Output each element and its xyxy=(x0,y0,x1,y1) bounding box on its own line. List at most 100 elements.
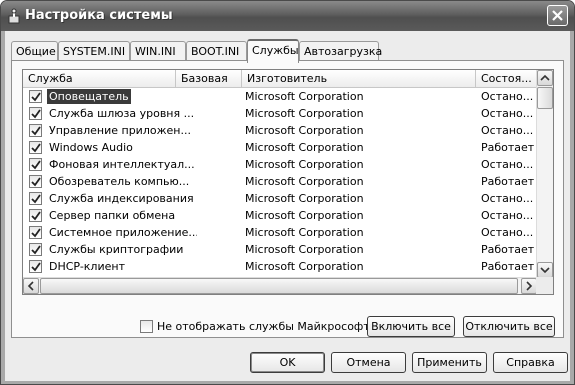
ok-button[interactable]: OK xyxy=(250,352,325,373)
status-cell: Остано... xyxy=(481,226,534,239)
status-cell: Работает xyxy=(481,141,535,154)
manufacturer-cell: Microsoft Corporation xyxy=(245,90,364,103)
table-row[interactable]: Оповещатель Microsoft Corporation Остано..… xyxy=(23,88,537,105)
service-name-cell: Windows Audio xyxy=(47,139,197,156)
status-cell: Остано... xyxy=(481,158,534,171)
service-name-cell: Служба индексирования xyxy=(47,190,197,207)
service-checkbox[interactable] xyxy=(29,90,42,103)
service-name: Системное приложение... xyxy=(49,226,197,239)
manufacturer-cell: Microsoft Corporation xyxy=(245,209,364,222)
tab-win-ini[interactable]: WIN.INI xyxy=(130,41,186,61)
service-checkbox[interactable] xyxy=(29,209,42,222)
column-header-essential[interactable]: Базовая xyxy=(176,70,242,88)
button-label: Справка xyxy=(506,356,555,369)
cancel-button[interactable]: Отмена xyxy=(331,352,406,373)
service-name: Фоновая интеллектуал... xyxy=(49,158,195,171)
status-cell: Остано... xyxy=(481,107,534,120)
service-checkbox[interactable] xyxy=(29,124,42,137)
service-checkbox[interactable] xyxy=(29,158,42,171)
service-checkbox[interactable] xyxy=(29,192,42,205)
service-name: DHCP-клиент xyxy=(49,260,125,273)
manufacturer-cell: Microsoft Corporation xyxy=(245,175,364,188)
hide-microsoft-services-checkbox[interactable] xyxy=(140,320,153,333)
service-checkbox[interactable] xyxy=(29,243,42,256)
service-name: Сервер папки обмена xyxy=(49,209,176,222)
check-icon xyxy=(31,126,41,136)
horizontal-scrollbar[interactable] xyxy=(23,277,537,294)
service-name-cell: Сервер папки обмена xyxy=(47,207,197,224)
service-name-cell: Оповещатель xyxy=(47,88,197,105)
horizontal-scroll-thumb[interactable] xyxy=(40,278,518,294)
system-config-window: Настройка системы Общие SYSTEM.INI WIN.I… xyxy=(0,0,575,385)
service-checkbox[interactable] xyxy=(29,175,42,188)
manufacturer-cell: Microsoft Corporation xyxy=(245,226,364,239)
vertical-scrollbar[interactable] xyxy=(536,70,553,278)
service-name-cell: Служба шлюза уровня ... xyxy=(47,105,197,122)
scroll-left-button[interactable] xyxy=(23,278,39,294)
services-tab-page: Служба Базовая Изготовитель Состоя... Оп… xyxy=(11,60,564,338)
arrow-up-icon xyxy=(540,74,550,81)
status-cell: Остано... xyxy=(481,90,534,103)
button-label: OK xyxy=(279,356,296,369)
table-row[interactable]: Службы криптографии Microsoft Corporation… xyxy=(23,241,537,258)
table-row[interactable]: Служба индексирования Microsoft Corporati… xyxy=(23,190,537,207)
service-checkbox[interactable] xyxy=(29,141,42,154)
table-row[interactable]: Управление приложен... Microsoft Corporat… xyxy=(23,122,537,139)
status-cell: Работает xyxy=(481,260,535,273)
tab-boot-ini[interactable]: BOOT.INI xyxy=(186,41,247,61)
column-header-manufacturer[interactable]: Изготовитель xyxy=(242,70,476,88)
tab-general[interactable]: Общие xyxy=(11,41,58,61)
disable-all-button[interactable]: Отключить все xyxy=(463,316,555,337)
table-row[interactable]: Обозреватель компью... Microsoft Corporat… xyxy=(23,173,537,190)
service-name: Windows Audio xyxy=(49,141,133,154)
scroll-right-button[interactable] xyxy=(521,278,537,294)
services-list[interactable]: Служба Базовая Изготовитель Состоя... Оп… xyxy=(22,69,554,295)
service-name: Служба шлюза уровня ... xyxy=(49,107,195,120)
button-label: Отмена xyxy=(346,356,391,369)
column-label: Базовая xyxy=(181,72,228,85)
table-row[interactable]: Сервер папки обмена Microsoft Corporation… xyxy=(23,207,537,224)
table-row[interactable]: Windows Audio Microsoft Corporation Работа… xyxy=(23,139,537,156)
tab-label: SYSTEM.INI xyxy=(63,45,126,58)
table-row[interactable]: Системное приложение... Microsoft Corpora… xyxy=(23,224,537,241)
service-checkbox[interactable] xyxy=(29,260,42,273)
settings-icon xyxy=(8,8,20,24)
service-name: Служба индексирования xyxy=(49,192,194,205)
check-icon xyxy=(31,92,41,102)
tab-startup[interactable]: Автозагрузка xyxy=(299,41,382,61)
manufacturer-cell: Microsoft Corporation xyxy=(245,124,364,137)
status-cell: Остано... xyxy=(481,124,534,137)
apply-button[interactable]: Применить xyxy=(412,352,487,373)
scroll-down-button[interactable] xyxy=(537,262,553,278)
manufacturer-cell: Microsoft Corporation xyxy=(245,141,364,154)
service-checkbox[interactable] xyxy=(29,226,42,239)
titlebar: Настройка системы xyxy=(1,1,574,31)
tab-label: BOOT.INI xyxy=(191,45,240,58)
help-button[interactable]: Справка xyxy=(493,352,568,373)
table-row[interactable]: Служба шлюза уровня ... Microsoft Corpora… xyxy=(23,105,537,122)
column-header-service[interactable]: Служба xyxy=(23,70,176,88)
tab-system-ini[interactable]: SYSTEM.INI xyxy=(58,41,130,61)
scroll-up-button[interactable] xyxy=(537,70,553,86)
check-icon xyxy=(31,228,41,238)
tab-label: Общие xyxy=(16,45,56,58)
service-name: Оповещатель xyxy=(47,89,131,104)
button-label: Отключить все xyxy=(465,320,553,333)
scroll-corner xyxy=(536,277,553,294)
manufacturer-cell: Microsoft Corporation xyxy=(245,107,364,120)
column-header-status[interactable]: Состоя... xyxy=(476,70,537,88)
column-label: Изготовитель xyxy=(247,72,328,85)
manufacturer-cell: Microsoft Corporation xyxy=(245,192,364,205)
vertical-scroll-thumb[interactable] xyxy=(537,87,553,109)
service-name-cell: Обозреватель компью... xyxy=(47,173,197,190)
service-name-cell: DHCP-клиент xyxy=(47,258,197,275)
table-row[interactable]: Фоновая интеллектуал... Microsoft Corpora… xyxy=(23,156,537,173)
close-button[interactable] xyxy=(547,5,568,26)
service-name-cell: Управление приложен... xyxy=(47,122,197,139)
tab-services[interactable]: Службы xyxy=(247,39,299,63)
table-row[interactable]: DHCP-клиент Microsoft Corporation Работает xyxy=(23,258,537,275)
enable-all-button[interactable]: Включить все xyxy=(367,316,455,337)
service-checkbox[interactable] xyxy=(29,107,42,120)
list-header: Служба Базовая Изготовитель Состоя... xyxy=(23,70,537,88)
status-cell: Остано... xyxy=(481,192,534,205)
